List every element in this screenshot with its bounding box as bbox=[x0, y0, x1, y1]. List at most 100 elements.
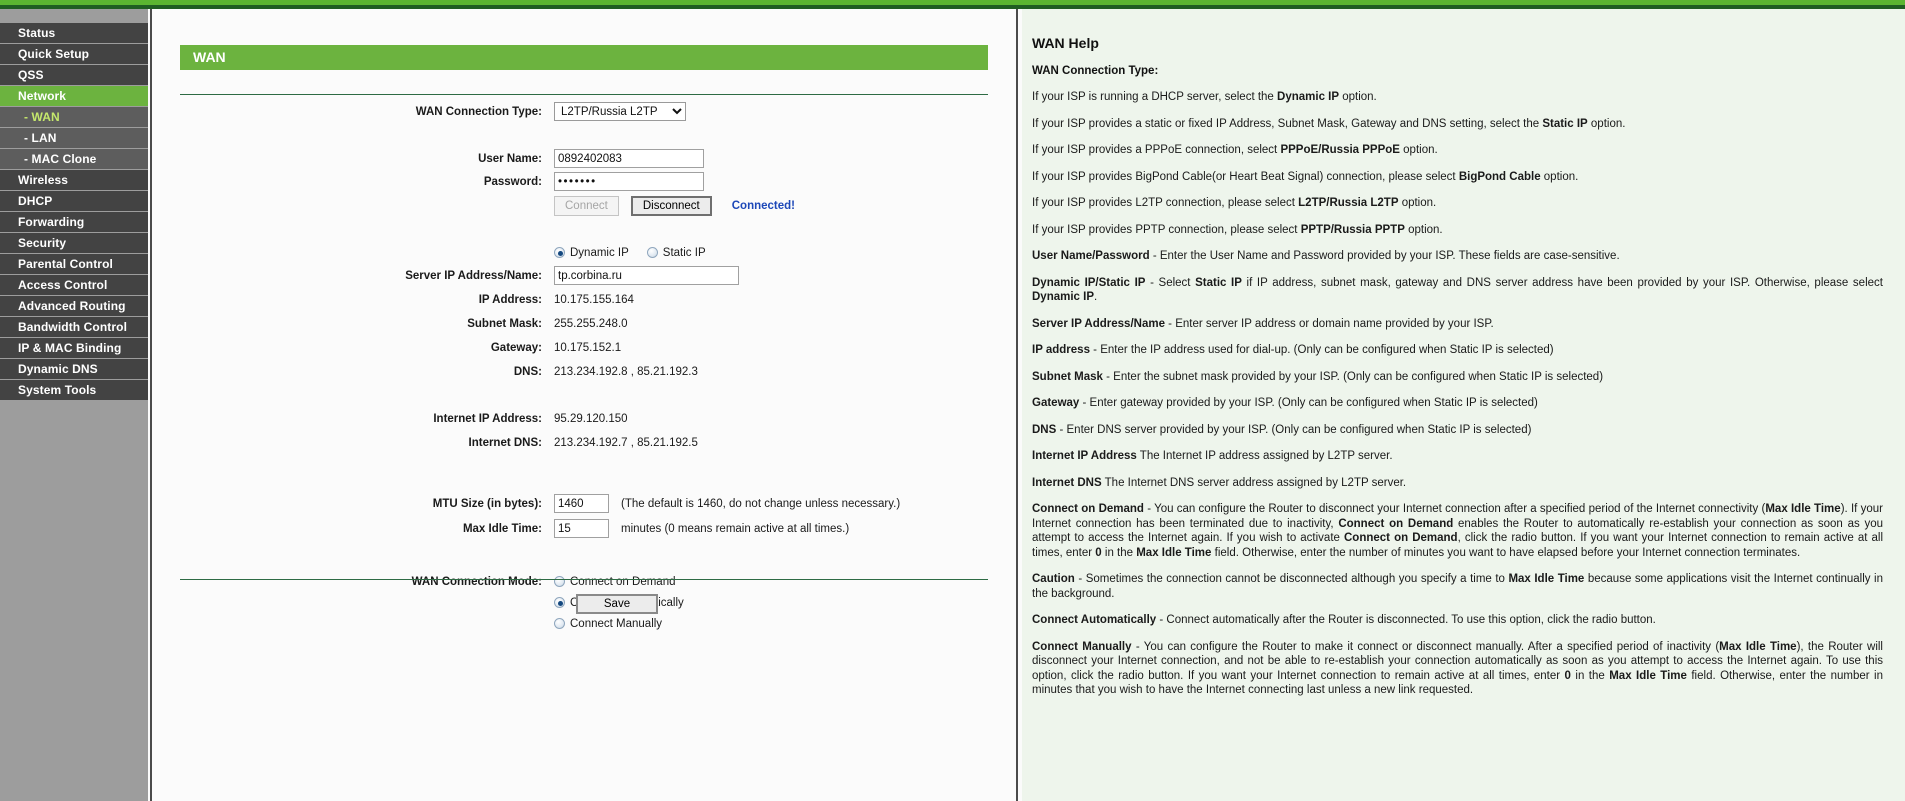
wan-connection-mode-label: WAN Connection Mode: bbox=[411, 575, 542, 588]
help-paragraph: If your ISP provides a static or fixed I… bbox=[1032, 117, 1626, 130]
sidebar-item-status[interactable]: Status bbox=[0, 23, 148, 43]
ip-mode-row: Dynamic IP Static IP bbox=[152, 242, 1018, 263]
wan-mode-option-connect-manually[interactable]: Connect Manually bbox=[554, 618, 662, 630]
help-paragraph: Caution - Sometimes the connection canno… bbox=[1032, 573, 1883, 600]
router-admin-page: Status Quick Setup QSS Network - WAN - LAN - M… bbox=[0, 0, 1905, 801]
help-subtitle: WAN Connection Type: bbox=[1032, 65, 1159, 77]
wan-settings-form: WAN Connection Type: Dynamic IPStatic IP… bbox=[152, 101, 1018, 634]
ip-mode-option-static-ip[interactable]: Static IP bbox=[646, 246, 706, 259]
sidebar-item-mac-clone[interactable]: - MAC Clone bbox=[0, 149, 148, 169]
sidebar-item-access-control[interactable]: Access Control bbox=[0, 275, 148, 295]
help-paragraph: If your ISP is running a DHCP server, se… bbox=[1032, 91, 1377, 103]
sidebar-item-bandwidth-control[interactable]: Bandwidth Control bbox=[0, 317, 148, 337]
internet-ip-label: Internet IP Address: bbox=[433, 412, 542, 425]
ip-address-row: IP Address: 10.175.155.164 bbox=[152, 289, 1018, 310]
server-ip-row: Server IP Address/Name: bbox=[152, 265, 1018, 286]
wan-mode-option-label: Connect on Demand bbox=[570, 575, 676, 588]
wan-mode-option-label: Connect Manually bbox=[570, 617, 663, 630]
user-name-label: User Name: bbox=[478, 152, 542, 165]
divider-top bbox=[180, 94, 988, 95]
save-button-container: Save bbox=[152, 594, 1018, 614]
dns-row: DNS: 213.234.192.8 , 85.21.192.3 bbox=[152, 361, 1018, 382]
internet-dns-label: Internet DNS: bbox=[468, 436, 542, 449]
help-panel: WAN Help WAN Connection Type: If your IS… bbox=[1022, 9, 1905, 801]
sidebar-item-qss[interactable]: QSS bbox=[0, 65, 148, 85]
sidebar-item-dhcp[interactable]: DHCP bbox=[0, 191, 148, 211]
connect-buttons-field: Connect Disconnect Connected! bbox=[554, 195, 1018, 216]
mtu-hint: (The default is 1460, do not change unle… bbox=[621, 497, 901, 510]
mtu-field: (The default is 1460, do not change unle… bbox=[554, 494, 1018, 513]
sidebar-item-ip-mac-binding[interactable]: IP & MAC Binding bbox=[0, 338, 148, 358]
wan-connection-type-field: Dynamic IPStatic IPPPPoE/Russia PPPoEBig… bbox=[554, 102, 1018, 121]
sidebar-item-dynamic-dns[interactable]: Dynamic DNS bbox=[0, 359, 148, 379]
page-title: WAN bbox=[193, 49, 226, 65]
ip-address-value: 10.175.155.164 bbox=[554, 293, 634, 306]
internet-ip-row: Internet IP Address: 95.29.120.150 bbox=[152, 408, 1018, 429]
connect-button[interactable]: Connect bbox=[554, 195, 619, 216]
sidebar-item-parental-control[interactable]: Parental Control bbox=[0, 254, 148, 274]
max-idle-hint: minutes (0 means remain active at all ti… bbox=[621, 522, 850, 535]
user-name-input[interactable] bbox=[554, 149, 704, 168]
help-paragraph: Connect on Demand - You can configure th… bbox=[1032, 503, 1884, 559]
server-ip-label: Server IP Address/Name: bbox=[405, 269, 542, 282]
help-paragraph: IP address - Enter the IP address used f… bbox=[1032, 344, 1554, 356]
ip-mode-radio-group: Dynamic IP Static IP bbox=[554, 247, 724, 259]
wan-connection-type-row: WAN Connection Type: Dynamic IPStatic IP… bbox=[152, 101, 1018, 122]
disconnect-button[interactable]: Disconnect bbox=[630, 195, 712, 216]
sidebar-item-quick-setup[interactable]: Quick Setup bbox=[0, 44, 148, 64]
sidebar-navigation: Status Quick Setup QSS Network - WAN - LAN - M… bbox=[0, 9, 148, 801]
radio-icon bbox=[554, 576, 565, 587]
sidebar-item-advanced-routing[interactable]: Advanced Routing bbox=[0, 296, 148, 316]
gateway-row: Gateway: 10.175.152.1 bbox=[152, 337, 1018, 358]
internet-ip-value: 95.29.120.150 bbox=[554, 412, 628, 425]
help-paragraph: Internet IP Address The Internet IP addr… bbox=[1032, 450, 1393, 462]
password-input[interactable] bbox=[554, 172, 704, 191]
ip-mode-option-dynamic-ip[interactable]: Dynamic IP bbox=[554, 247, 629, 259]
mtu-row: MTU Size (in bytes): (The default is 146… bbox=[152, 493, 1018, 514]
help-paragraph: If your ISP provides a PPPoE connection,… bbox=[1032, 144, 1438, 156]
dns-value: 213.234.192.8 , 85.21.192.3 bbox=[554, 365, 698, 378]
gateway-label: Gateway: bbox=[490, 341, 542, 354]
radio-icon bbox=[554, 247, 565, 258]
subnet-mask-value: 255.255.248.0 bbox=[554, 317, 628, 330]
sidebar-item-lan[interactable]: - LAN bbox=[0, 128, 148, 148]
gateway-value: 10.175.152.1 bbox=[554, 341, 622, 354]
sidebar-item-wireless[interactable]: Wireless bbox=[0, 170, 148, 190]
wan-mode-option-connect-on-demand[interactable]: Connect on Demand bbox=[554, 576, 675, 588]
sidebar-item-security[interactable]: Security bbox=[0, 233, 148, 253]
save-button[interactable]: Save bbox=[576, 594, 658, 614]
help-paragraph-list: If your ISP is running a DHCP server, se… bbox=[1032, 90, 1883, 698]
help-paragraph: Dynamic IP/Static IP - Select Static IP … bbox=[1032, 276, 1883, 304]
mtu-label: MTU Size (in bytes): bbox=[432, 497, 542, 510]
sidebar-item-forwarding[interactable]: Forwarding bbox=[0, 212, 148, 232]
help-title: WAN Help bbox=[1032, 35, 1099, 51]
subnet-mask-label: Subnet Mask: bbox=[467, 317, 542, 330]
dns-label: DNS: bbox=[513, 365, 542, 378]
sidebar-item-system-tools[interactable]: System Tools bbox=[0, 380, 148, 400]
help-paragraph: Internet DNS The Internet DNS server add… bbox=[1032, 476, 1407, 489]
wan-connection-type-select[interactable]: Dynamic IPStatic IPPPPoE/Russia PPPoEBig… bbox=[554, 102, 686, 121]
sidebar-item-list: Status Quick Setup QSS Network - WAN - LAN - M… bbox=[0, 23, 148, 400]
user-name-field bbox=[554, 149, 1018, 168]
ip-mode-option-label: Static IP bbox=[662, 246, 706, 259]
divider-bottom bbox=[180, 579, 988, 580]
help-paragraph: Server IP Address/Name - Enter server IP… bbox=[1032, 317, 1494, 330]
password-field bbox=[554, 172, 1018, 191]
mtu-input[interactable] bbox=[554, 494, 609, 513]
password-row: Password: bbox=[152, 171, 1018, 192]
sidebar-item-network[interactable]: Network bbox=[0, 86, 148, 106]
max-idle-input[interactable] bbox=[554, 519, 609, 538]
server-ip-input[interactable] bbox=[554, 266, 739, 285]
radio-icon bbox=[554, 618, 565, 629]
help-paragraph: Connect Automatically - Connect automati… bbox=[1032, 614, 1656, 626]
wan-connection-type-label: WAN Connection Type: bbox=[415, 105, 542, 118]
wan-connection-mode-label-row: WAN Connection Mode: Connect on Demand bbox=[152, 571, 1018, 592]
sidebar-top-spacer bbox=[0, 9, 148, 23]
max-idle-label: Max Idle Time: bbox=[462, 522, 542, 535]
sidebar-item-wan[interactable]: - WAN bbox=[0, 107, 148, 127]
ip-mode-option-label: Dynamic IP bbox=[570, 246, 629, 259]
wan-section-banner: WAN bbox=[180, 45, 988, 70]
user-name-row: User Name: bbox=[152, 148, 1018, 169]
